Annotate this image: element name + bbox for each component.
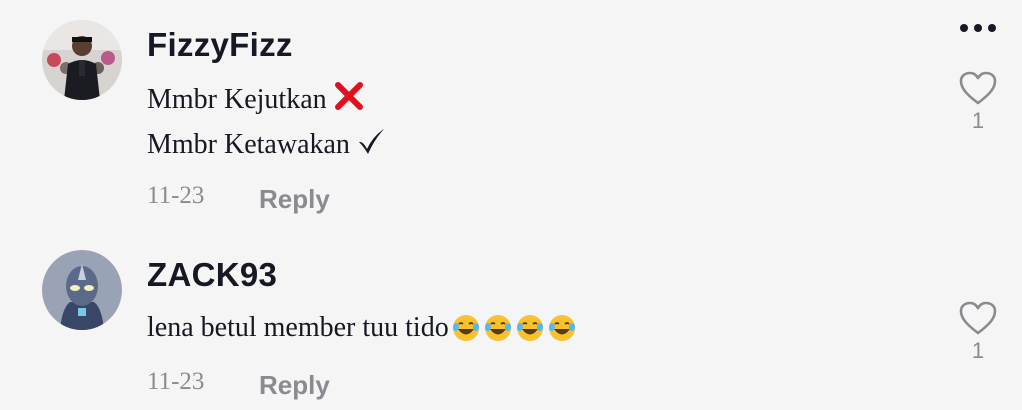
like-count: 1 (971, 108, 985, 133)
comment-item: ZACK93 lena betul member tuu tido 11-23 … (0, 230, 1022, 410)
heart-icon (959, 301, 997, 335)
like-count: 1 (971, 338, 985, 363)
avatar[interactable] (42, 250, 122, 330)
comment-text: lena betul member tuu tido (147, 312, 577, 344)
username[interactable]: ZACK93 (147, 256, 277, 294)
face-with-tears-of-joy-icon (515, 313, 545, 343)
reply-button[interactable]: Reply (259, 184, 330, 215)
username[interactable]: FizzyFizz (147, 26, 293, 64)
comment-date: 11-23 (147, 368, 205, 395)
face-with-tears-of-joy-icon (451, 313, 481, 343)
cross-mark-icon (333, 80, 365, 120)
like-button[interactable]: 1 (952, 300, 1004, 364)
face-with-tears-of-joy-icon (483, 313, 513, 343)
face-with-tears-of-joy-icon (547, 313, 577, 343)
comment-text: Mmbr Ketawakan (147, 126, 386, 164)
like-button[interactable]: 1 (952, 70, 1004, 134)
reply-button[interactable]: Reply (259, 370, 330, 401)
check-mark-icon (356, 126, 386, 164)
avatar[interactable] (42, 20, 122, 100)
comment-text: Mmbr Kejutkan (147, 80, 365, 120)
heart-icon (959, 71, 997, 105)
comment-item: FizzyFizz Mmbr Kejutkan Mmbr Ketawakan 1… (0, 0, 1022, 230)
comment-date: 11-23 (147, 182, 205, 209)
